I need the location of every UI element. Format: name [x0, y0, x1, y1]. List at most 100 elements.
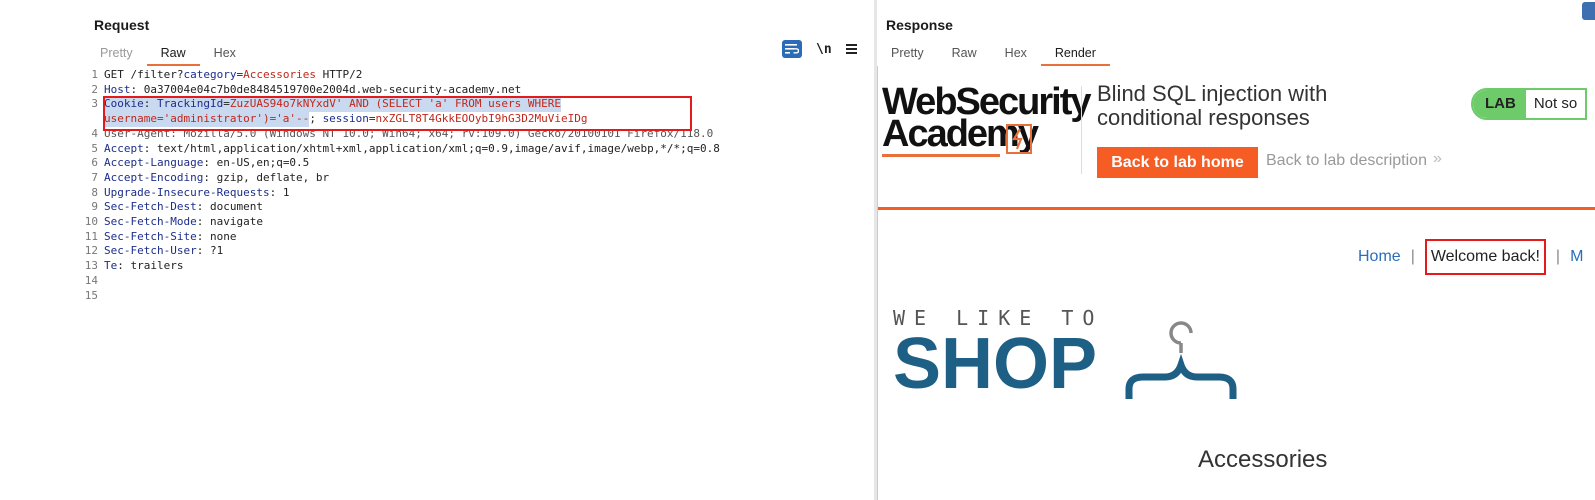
code-line: 15 [84, 289, 870, 304]
code-token: : none [196, 229, 237, 243]
menu-icon[interactable] [845, 44, 858, 54]
code-line: 8 Upgrade-Insecure-Requests: 1 [84, 186, 870, 201]
double-chevron-right-icon: » [1433, 150, 1442, 167]
code-token: : 1 [269, 185, 290, 199]
code-line: 1 GET /filter? category = Accessories HTTP/2 [84, 68, 870, 83]
code-token: GET /filter? [104, 68, 184, 81]
lab-title: Blind SQL injection with conditional res… [1097, 81, 1328, 130]
line-number: 6 [91, 156, 98, 170]
header-rule [878, 207, 1595, 210]
welcome-back-message: Welcome back! [1424, 239, 1546, 275]
code-line: 6 Accept-Language: en-US,en;q=0.5 [84, 156, 870, 171]
code-token: : ?1 [196, 244, 224, 258]
nav-separator: | [1410, 248, 1415, 265]
tab-render[interactable]: Render [1040, 44, 1110, 66]
request-tabs: Pretty Raw Hex [86, 44, 250, 66]
response-title: Response [886, 17, 953, 33]
line-number [84, 112, 104, 127]
code-token: username='administrator')='a'-- [104, 112, 310, 127]
lightning-bolt-icon [1006, 124, 1032, 154]
code-token: User-Agent: Mozilla/5.0 (Windows NT 10.0… [104, 126, 714, 140]
code-line: 5 Accept: text/html,application/xhtml+xml… [84, 142, 870, 157]
nav-home-link[interactable]: Home [1358, 248, 1401, 266]
code-token: Sec-Fetch-Site [104, 229, 197, 243]
code-token: Host [104, 82, 131, 96]
code-token: : document [196, 200, 263, 214]
code-line: 14 [84, 274, 870, 289]
code-token: HTTP/2 [315, 68, 363, 81]
render-view: WebSecurity Academy Blind SQL injection … [877, 66, 1595, 500]
back-to-lab-description-link[interactable]: Back to lab description [1266, 152, 1427, 170]
request-editor[interactable]: 1 GET /filter? category = Accessories HTTP/2… [84, 68, 870, 303]
line-number: 15 [84, 288, 98, 302]
code-token: Sec-Fetch-Mode [104, 215, 197, 229]
tab-hex[interactable]: Hex [200, 44, 250, 66]
line-number: 12 [84, 244, 98, 258]
request-pane: Request Pretty Raw Hex \n 1 GET /filter? c… [0, 0, 874, 500]
code-token: TrackingId [157, 97, 224, 113]
code-token: category [183, 68, 237, 81]
line-number: 11 [84, 229, 98, 243]
code-token: nxZGLT8T4GkkEOOybI9hG3D2MuVieIDg [375, 112, 588, 126]
back-to-lab-home-button[interactable]: Back to lab home [1097, 147, 1258, 178]
web-security-academy-logo: WebSecurity Academy [882, 83, 1091, 157]
code-token: Accept-Encoding [104, 170, 204, 184]
line-number: 8 [91, 185, 98, 199]
top-nav: Home | Welcome back! | M [1358, 239, 1583, 275]
header-divider [1081, 86, 1082, 174]
line-number: 4 [91, 126, 98, 140]
code-token: Te [104, 259, 118, 273]
shop-name: SHOP [893, 324, 1098, 404]
line-number: 2 [91, 82, 98, 96]
tab-raw[interactable]: Raw [146, 44, 200, 66]
line-number: 7 [91, 170, 98, 184]
code-token: : text/html,application/xhtml+xml,applic… [143, 141, 720, 155]
code-line: 7 Accept-Encoding: gzip, deflate, br [84, 171, 870, 186]
tab-pretty[interactable]: Pretty [86, 44, 147, 66]
category-heading: Accessories [1198, 446, 1328, 473]
code-token: : navigate [196, 215, 263, 229]
line-number: 1 [91, 68, 98, 81]
tab-pretty[interactable]: Pretty [877, 44, 938, 66]
scrollbar-handle[interactable] [1582, 2, 1595, 20]
line-number: 5 [91, 141, 98, 155]
hanger-icon [1125, 321, 1237, 399]
code-token: Sec-Fetch-Dest [104, 200, 197, 214]
code-token: Sec-Fetch-User [104, 244, 197, 258]
code-token: = [368, 112, 376, 126]
code-token: Accept-Language [104, 156, 204, 170]
code-token: Accessories [243, 68, 316, 81]
code-token: : [143, 97, 157, 113]
nav-separator: | [1555, 248, 1561, 265]
newline-toggle-icon[interactable]: \n [816, 42, 832, 57]
code-token: = [223, 97, 230, 113]
code-line: username='administrator')='a'--; session… [84, 112, 870, 127]
logo-underline [882, 154, 1000, 157]
line-number: 13 [84, 259, 98, 273]
response-pane: Response Pretty Raw Hex Render WebSecuri… [877, 0, 1595, 500]
code-line: 10 Sec-Fetch-Mode: navigate [84, 215, 870, 230]
line-number: 3 [91, 97, 98, 111]
lab-status-text: Not so [1525, 90, 1586, 118]
code-token: Cookie [104, 97, 144, 113]
code-token: ' AND (SELECT 'a' FROM users WHERE [335, 97, 561, 113]
tab-raw[interactable]: Raw [938, 44, 991, 66]
code-line: 11 Sec-Fetch-Site: none [84, 230, 870, 245]
line-number: 10 [84, 215, 98, 229]
tab-hex[interactable]: Hex [991, 44, 1041, 66]
lab-status-badge: LAB Not so [1471, 88, 1588, 120]
code-line: 13 Te: trailers [84, 259, 870, 274]
code-token: session [322, 112, 369, 126]
code-token: : gzip, deflate, br [203, 170, 330, 184]
line-number: 9 [91, 200, 98, 214]
code-token: : en-US,en;q=0.5 [203, 156, 310, 170]
code-token: Upgrade-Insecure-Requests [104, 185, 270, 199]
nav-my-account-link[interactable]: M [1570, 248, 1583, 266]
code-line: 12 Sec-Fetch-User: ?1 [84, 244, 870, 259]
response-tabs: Pretty Raw Hex Render [877, 44, 1110, 66]
word-wrap-icon[interactable] [782, 40, 802, 58]
request-toolbar: \n [782, 40, 858, 58]
code-token: Accept [104, 141, 144, 155]
line-number: 14 [84, 273, 98, 287]
code-line: 2 Host: 0a37004e04c7b0de8484519700e2004d.… [84, 83, 870, 98]
